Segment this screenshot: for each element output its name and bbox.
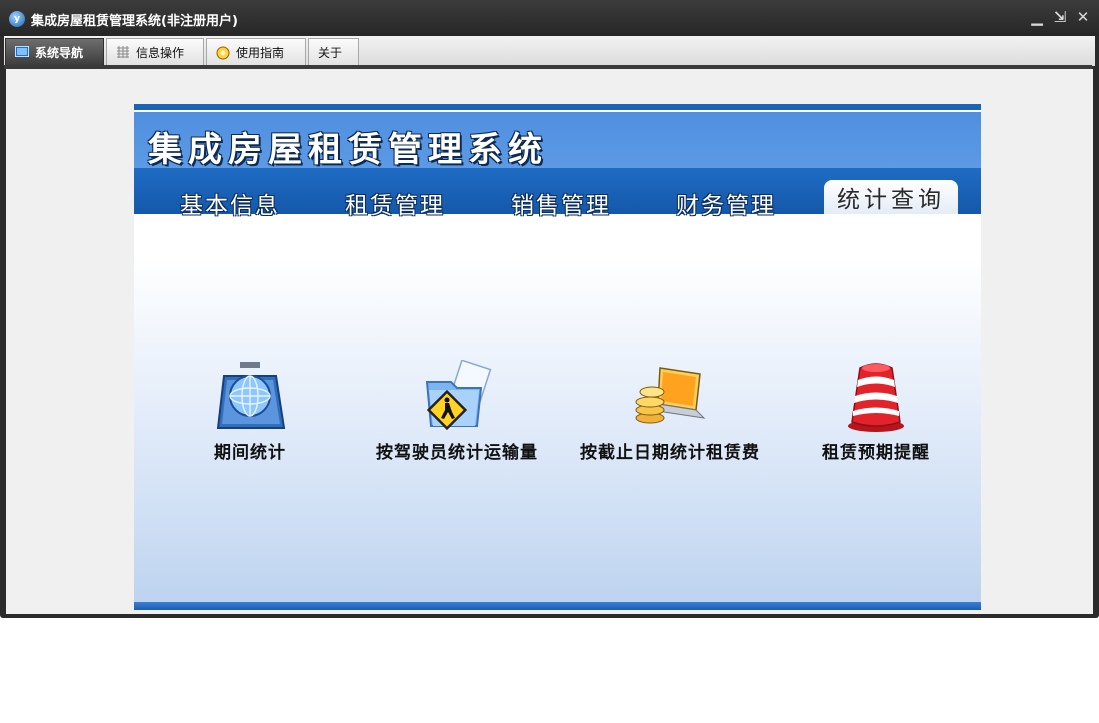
- minimize-icon[interactable]: ▁: [1029, 8, 1045, 26]
- title-bar[interactable]: y 集成房屋租赁管理系统(非注册用户) ▁ ⇲ ✕: [0, 0, 1099, 36]
- guide-icon: [216, 46, 230, 60]
- function-rental-due-reminder[interactable]: 租赁预期提醒: [810, 360, 942, 463]
- function-label: 按驾驶员统计运输量: [376, 443, 538, 463]
- close-icon[interactable]: ✕: [1075, 8, 1091, 26]
- system-title: 集成房屋租赁管理系统: [148, 130, 548, 170]
- tab-label: 使用指南: [236, 45, 285, 60]
- app-logo-icon: y: [9, 11, 25, 27]
- restore-icon[interactable]: ⇲: [1052, 8, 1068, 26]
- nav-rental-management[interactable]: 租赁管理: [345, 186, 445, 220]
- nav-finance-management[interactable]: 财务管理: [676, 186, 776, 220]
- main-tabbar: 系统导航 信息操作 使用指南 关于: [4, 36, 1095, 66]
- tab-about[interactable]: 关于: [308, 38, 359, 65]
- function-label: 按截止日期统计租赁费: [580, 443, 760, 463]
- tab-label: 系统导航: [35, 45, 84, 60]
- system-header: 集成房屋租赁管理系统: [134, 112, 981, 170]
- function-period-statistics[interactable]: 期间统计: [200, 360, 300, 463]
- function-driver-transport-stats[interactable]: 按驾驶员统计运输量: [372, 359, 542, 463]
- navigation-panel: 集成房屋租赁管理系统 基本信息 租赁管理 销售管理 财务管理 统计查询 期间统计…: [134, 104, 981, 610]
- window-title: 集成房屋租赁管理系统(非注册用户): [31, 14, 238, 29]
- tab-user-guide[interactable]: 使用指南: [206, 38, 306, 65]
- tab-label: 信息操作: [136, 45, 185, 60]
- module-navbar: 基本信息 租赁管理 销售管理 财务管理 统计查询: [134, 168, 981, 219]
- nav-basic-info[interactable]: 基本信息: [180, 186, 280, 220]
- function-rent-fee-by-date[interactable]: 按截止日期统计租赁费: [572, 360, 768, 463]
- function-label: 期间统计: [214, 443, 286, 463]
- panel-top-border: [134, 104, 981, 110]
- grid-icon: [116, 46, 130, 58]
- nav-statistics-query[interactable]: 统计查询: [824, 180, 958, 214]
- panel-bottom-border: [134, 602, 981, 610]
- monitor-icon: [15, 46, 29, 58]
- nav-sales-management[interactable]: 销售管理: [511, 186, 611, 220]
- tab-label: 关于: [318, 45, 343, 60]
- globe-icon: [210, 360, 290, 434]
- tab-system-navigation[interactable]: 系统导航: [5, 38, 104, 65]
- coins-laptop-icon: [630, 360, 710, 434]
- function-label: 租赁预期提醒: [822, 443, 930, 463]
- tab-info-operation[interactable]: 信息操作: [106, 38, 204, 65]
- pedestrian-folder-icon: [417, 359, 497, 434]
- alarm-bell-icon: [836, 360, 916, 434]
